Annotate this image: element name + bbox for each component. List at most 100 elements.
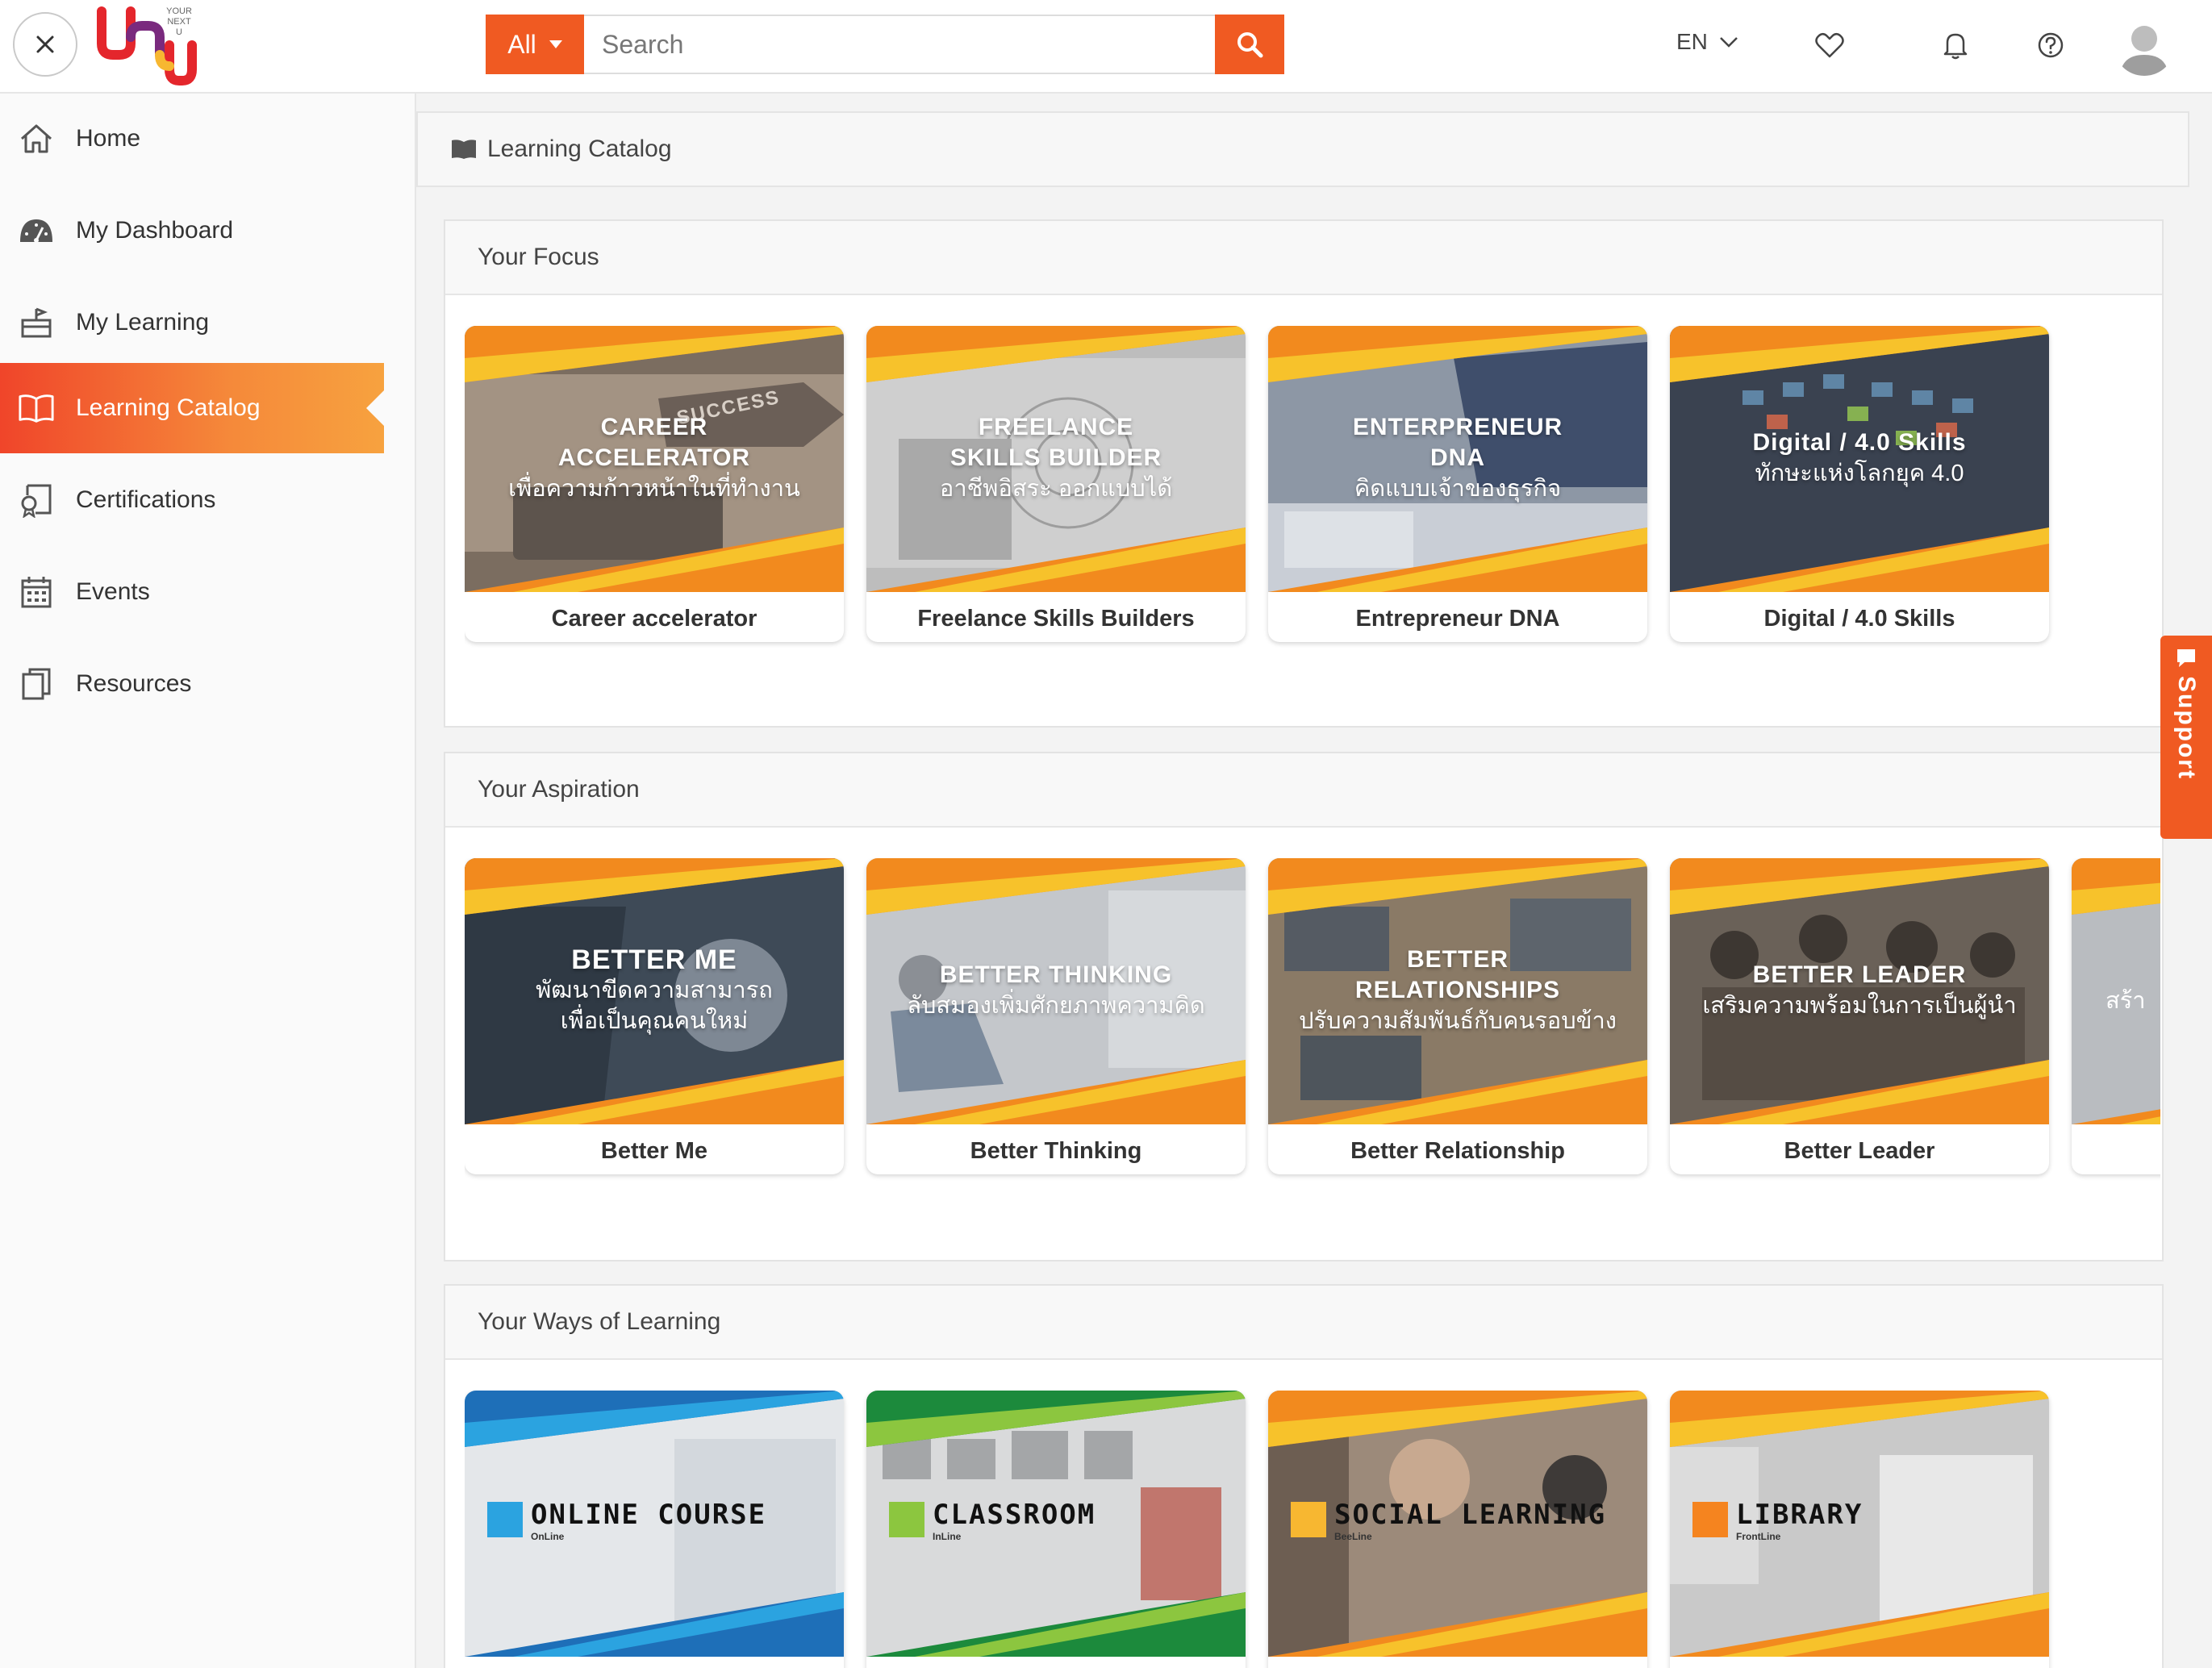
sidebar-item-resources[interactable]: Resources xyxy=(0,639,384,729)
card-title: ENTERPRENEUR DNA คิดแบบเจ้าของธุรกิจ xyxy=(1268,337,1647,579)
card-label: Better Leader xyxy=(1784,1137,1935,1164)
card-label: Better Me xyxy=(600,1137,708,1164)
learning-way-title: ONLINE COURSE OnLine xyxy=(487,1499,766,1542)
section-ways-of-learning: Your Ways of Learning ONLINE COURSE OnLi… xyxy=(444,1284,2164,1668)
card-image: BETTER RELATIONSHIPS ปรับความสัมพันธ์กับ… xyxy=(1268,858,1647,1124)
catalog-card-freelance-skills[interactable]: FREELANCE SKILLS BUILDER อาชีพอิสระ ออกแ… xyxy=(866,326,1246,642)
sidebar-item-dashboard[interactable]: My Dashboard xyxy=(0,186,384,276)
sidebar-item-label: Certifications xyxy=(76,486,216,513)
user-avatar[interactable] xyxy=(2114,15,2175,76)
catalog-card-better-relationships[interactable]: BETTER RELATIONSHIPS ปรับความสัมพันธ์กับ… xyxy=(1268,858,1647,1174)
sidebar-item-label: My Dashboard xyxy=(76,217,234,244)
sidebar-item-my-learning[interactable]: My Learning xyxy=(0,277,384,368)
card-image: FREELANCE SKILLS BUILDER อาชีพอิสระ ออกแ… xyxy=(866,326,1246,592)
learning-way-color-box xyxy=(1692,1502,1728,1537)
card-title-line1: BETTER ME xyxy=(571,945,737,975)
help-button[interactable] xyxy=(2033,27,2068,63)
section-title: Your Aspiration xyxy=(445,753,2162,828)
card-row: SUCCESS CAREER ACCELERATOR เพื่อความก้าว… xyxy=(465,326,2162,648)
card-title-line2: ลับสมองเพิ่มศักยภาพความคิด xyxy=(907,993,1205,1019)
catalog-card-partial[interactable]: สร้า xyxy=(2072,858,2160,1174)
close-menu-button[interactable] xyxy=(13,12,77,77)
card-title: CAREER ACCELERATOR เพื่อความก้าวหน้าในที… xyxy=(465,337,844,579)
card-image: LIBRARY FrontLine xyxy=(1670,1391,2049,1657)
search-icon xyxy=(1237,32,1263,58)
card-title-line1: BETTER THINKING xyxy=(939,961,1173,988)
card-image: CLASSROOM InLine xyxy=(866,1391,1246,1657)
card-title: BETTER RELATIONSHIPS ปรับความสัมพันธ์กับ… xyxy=(1268,869,1647,1111)
learning-way-card-online-course[interactable]: ONLINE COURSE OnLine xyxy=(465,1391,844,1668)
learning-way-color-box xyxy=(889,1502,924,1537)
sidebar-item-home[interactable]: Home xyxy=(0,94,384,184)
catalog-card-career-accelerator[interactable]: SUCCESS CAREER ACCELERATOR เพื่อความก้าว… xyxy=(465,326,844,642)
favorites-button[interactable] xyxy=(1812,27,1847,63)
learning-way-color-box xyxy=(487,1502,523,1537)
card-image: BETTER THINKING ลับสมองเพิ่มศักยภาพความค… xyxy=(866,858,1246,1124)
catalog-card-better-leader[interactable]: BETTER LEADER เสริมความพร้อมในการเป็นผู้… xyxy=(1670,858,2049,1174)
main-content: Learning Catalog Your Focus SUCCESS CARE… xyxy=(416,94,2212,1668)
book-open-icon xyxy=(452,140,476,159)
section-title: Your Focus xyxy=(445,221,2162,295)
card-title: BETTER LEADER เสริมความพร้อมในการเป็นผู้… xyxy=(1670,869,2049,1111)
language-selector[interactable]: EN xyxy=(1676,29,1738,55)
card-title: Digital / 4.0 Skills ทักษะแห่งโลกยุค 4.0 xyxy=(1670,337,2049,579)
card-label: Career accelerator xyxy=(551,605,758,632)
catalog-card-digital-skills[interactable]: Digital / 4.0 Skills ทักษะแห่งโลกยุค 4.0… xyxy=(1670,326,2049,642)
catalog-card-better-thinking[interactable]: BETTER THINKING ลับสมองเพิ่มศักยภาพความค… xyxy=(866,858,1246,1174)
search-bar: All xyxy=(486,15,1284,74)
support-label: Support xyxy=(2173,676,2200,780)
card-label: Digital / 4.0 Skills xyxy=(1763,605,1955,632)
learning-way-card-classroom[interactable]: CLASSROOM InLine xyxy=(866,1391,1246,1668)
catalog-card-entrepreneur-dna[interactable]: ENTERPRENEUR DNA คิดแบบเจ้าของธุรกิจ Ent… xyxy=(1268,326,1647,642)
card-image: สร้า xyxy=(2072,858,2160,1124)
search-input[interactable] xyxy=(584,15,1215,74)
sidebar-item-label: My Learning xyxy=(76,309,210,336)
section-your-aspiration: Your Aspiration BETTER ME พัฒนาขีดความสา… xyxy=(444,752,2164,1261)
support-tab[interactable]: Support xyxy=(2160,636,2212,839)
card-title-line3: อาชีพอิสระ ออกแบบได้ xyxy=(939,476,1173,502)
card-title-line1: ENTERPRENEUR xyxy=(1352,414,1563,440)
card-title-line3: เพื่อเป็นคุณคนใหม่ xyxy=(560,1008,749,1034)
certificate-icon xyxy=(18,482,55,519)
notifications-button[interactable] xyxy=(1938,27,1973,63)
learning-icon xyxy=(18,304,55,341)
learning-way-name: ONLINE COURSE xyxy=(531,1499,767,1531)
card-image: SUCCESS CAREER ACCELERATOR เพื่อความก้าว… xyxy=(465,326,844,592)
search-category-label: All xyxy=(507,29,536,59)
book-icon xyxy=(18,390,55,427)
sidebar-item-learning-catalog[interactable]: Learning Catalog xyxy=(0,363,384,453)
card-title-line1: CAREER xyxy=(600,414,708,440)
catalog-card-better-me[interactable]: BETTER ME พัฒนาขีดความสามารถ เพื่อเป็นคุ… xyxy=(465,858,844,1174)
language-label: EN xyxy=(1676,29,1708,54)
sidebar-item-label: Events xyxy=(76,578,150,605)
card-title-line1: BETTER xyxy=(1407,946,1509,973)
section-title: Your Ways of Learning xyxy=(445,1286,2162,1360)
search-button[interactable] xyxy=(1215,15,1284,74)
learning-way-card-social-learning[interactable]: SOCIAL LEARNING BeeLine xyxy=(1268,1391,1647,1668)
learning-way-card-library[interactable]: LIBRARY FrontLine xyxy=(1670,1391,2049,1668)
learning-way-name: SOCIAL LEARNING xyxy=(1334,1499,1607,1531)
card-image: SOCIAL LEARNING BeeLine xyxy=(1268,1391,1647,1657)
caret-down-icon xyxy=(549,40,562,48)
card-title: BETTER THINKING ลับสมองเพิ่มศักยภาพความค… xyxy=(866,869,1246,1111)
home-icon xyxy=(18,120,55,157)
sidebar-item-certifications[interactable]: Certifications xyxy=(0,455,384,545)
card-row: ONLINE COURSE OnLine CLASSROOM InLine SO… xyxy=(465,1391,2162,1668)
logo-caption: YOUR NEXT U xyxy=(166,6,192,37)
card-title-line1: FREELANCE xyxy=(978,414,1134,440)
card-title-line3: เพื่อความก้าวหน้าในที่ทำงาน xyxy=(508,476,800,502)
learning-way-title: SOCIAL LEARNING BeeLine xyxy=(1291,1499,1606,1542)
learning-way-title: LIBRARY FrontLine xyxy=(1692,1499,1863,1542)
card-title-line1: Digital / 4.0 Skills xyxy=(1752,429,1967,456)
sidebar-item-label: Learning Catalog xyxy=(76,394,261,421)
breadcrumb: Learning Catalog xyxy=(416,111,2189,187)
card-label: Freelance Skills Builders xyxy=(917,605,1195,632)
card-title: FREELANCE SKILLS BUILDER อาชีพอิสระ ออกแ… xyxy=(866,337,1246,579)
files-icon xyxy=(18,665,55,703)
close-icon xyxy=(36,35,54,53)
search-category-dropdown[interactable]: All xyxy=(486,15,584,74)
sidebar-item-label: Resources xyxy=(76,670,192,697)
chevron-down-icon xyxy=(1720,37,1738,48)
bell-icon xyxy=(1943,33,1968,60)
sidebar-item-events[interactable]: Events xyxy=(0,547,384,637)
